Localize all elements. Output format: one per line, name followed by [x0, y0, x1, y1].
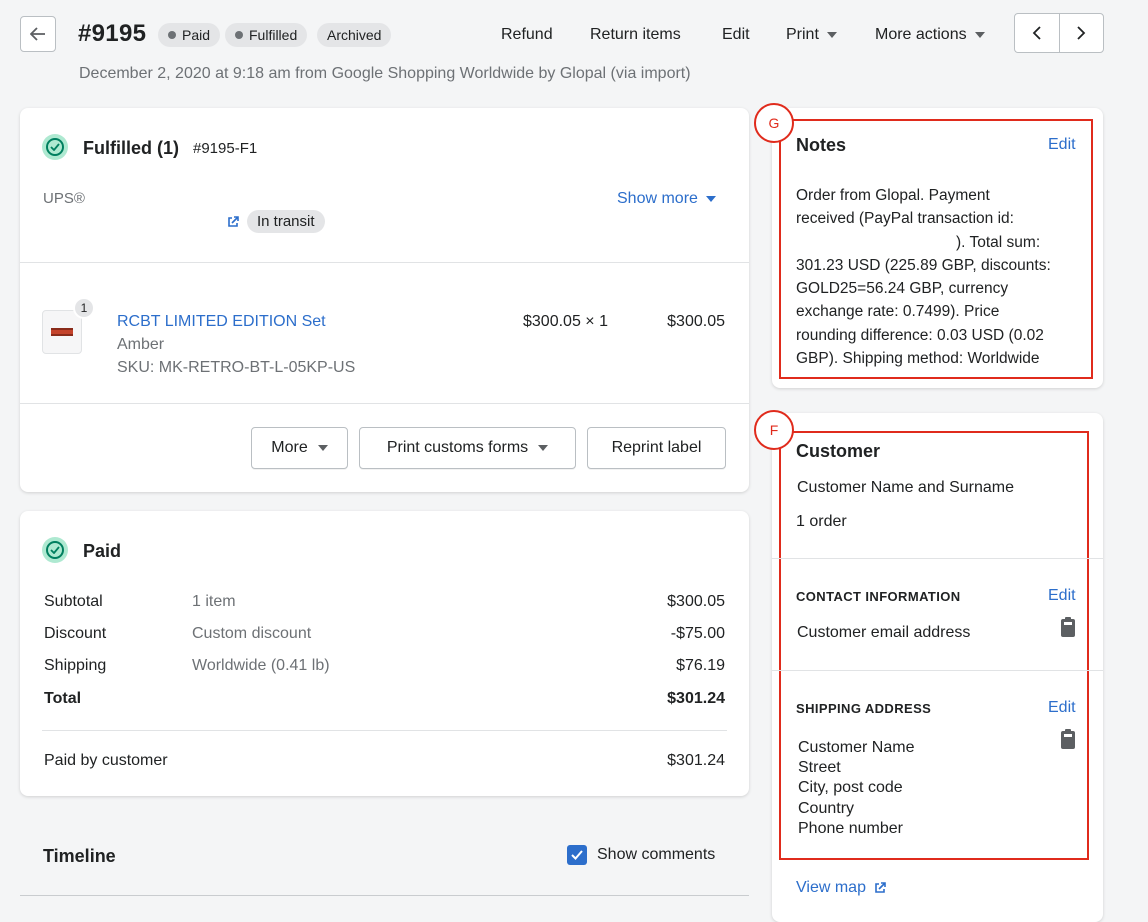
fulfilled-status-icon — [42, 134, 68, 160]
caret-down-icon — [538, 445, 549, 451]
notes-title: Notes — [796, 135, 847, 155]
more-dropdown-button[interactable]: More — [251, 427, 348, 469]
tracking-row: In transit — [227, 210, 325, 233]
caret-down-icon — [826, 32, 837, 38]
chevron-right-icon — [1077, 26, 1086, 40]
line-total: $300.05 — [667, 313, 725, 330]
total-label: Total — [44, 690, 82, 707]
dot-icon — [168, 31, 176, 39]
show-comments-toggle[interactable]: Show comments — [567, 845, 715, 865]
show-comments-label: Show comments — [597, 846, 716, 863]
status-badge-paid: Paid — [158, 23, 221, 47]
total-value: $301.24 — [667, 690, 725, 707]
shipping-edit-link[interactable]: Edit — [1048, 699, 1076, 717]
status-badge-fulfilled: Fulfilled — [225, 23, 308, 47]
unit-price: $300.05 × 1 — [523, 313, 608, 330]
product-variant: Amber — [117, 336, 165, 353]
clipboard-icon[interactable] — [1061, 729, 1075, 749]
discount-value: -$75.00 — [670, 625, 725, 642]
edit-button[interactable]: Edit — [722, 26, 750, 44]
checkbox-checked-icon[interactable] — [567, 845, 587, 865]
transit-status-pill: In transit — [247, 210, 325, 233]
subtotal-desc: 1 item — [192, 593, 236, 610]
subtotal-label: Subtotal — [44, 593, 103, 610]
subtotal-value: $300.05 — [667, 593, 725, 610]
notes-body: Order from Glopal. Payment received (Pay… — [796, 187, 1051, 368]
next-order-button[interactable] — [1060, 14, 1104, 52]
customer-title: Customer — [796, 441, 881, 461]
divider — [20, 262, 749, 263]
contact-edit-link[interactable]: Edit — [1048, 587, 1076, 605]
refund-button[interactable]: Refund — [501, 26, 553, 44]
dot-icon — [235, 31, 243, 39]
shipping-desc: Worldwide (0.41 lb) — [192, 657, 330, 674]
shipping-label: Shipping — [44, 657, 107, 674]
notes-edit-link[interactable]: Edit — [1048, 136, 1076, 154]
view-map-link[interactable]: View map — [796, 879, 886, 897]
contact-info-heading: CONTACT INFORMATION — [796, 589, 961, 604]
annotation-marker-f: F — [754, 410, 794, 450]
status-badge-archived: Archived — [317, 23, 392, 47]
divider — [42, 730, 727, 731]
print-customs-forms-button[interactable]: Print customs forms — [359, 427, 576, 469]
discount-desc: Custom discount — [192, 625, 312, 642]
external-link-icon[interactable] — [227, 215, 239, 228]
paid-title: Paid — [83, 541, 122, 561]
arrow-left-icon — [30, 27, 45, 41]
timeline-title: Timeline — [43, 846, 116, 866]
show-more-link[interactable]: Show more — [617, 190, 716, 208]
customer-email[interactable]: Customer email address — [797, 624, 970, 642]
product-name-link[interactable]: RCBT LIMITED EDITION Set — [117, 313, 326, 331]
print-dropdown[interactable]: Print — [786, 26, 837, 44]
customer-orders-count: 1 order — [796, 513, 847, 530]
product-sku: SKU: MK-RETRO-BT-L-05KP-US — [117, 359, 356, 376]
return-items-button[interactable]: Return items — [590, 26, 681, 44]
paid-card: Paid Subtotal 1 item $300.05 Discount Cu… — [20, 511, 749, 796]
paid-by-value: $301.24 — [667, 752, 725, 769]
divider — [20, 895, 749, 896]
paid-status-icon — [42, 537, 68, 563]
divider — [772, 670, 1103, 671]
paid-by-label: Paid by customer — [44, 752, 168, 769]
order-subline: December 2, 2020 at 9:18 am from Google … — [79, 65, 691, 82]
divider — [20, 403, 749, 404]
fulfillment-id: #9195-F1 — [193, 140, 258, 157]
product-thumbnail — [42, 310, 82, 354]
shipping-address-heading: SHIPPING ADDRESS — [796, 701, 932, 716]
order-pager — [1014, 13, 1104, 53]
caret-down-icon — [317, 445, 328, 451]
back-button[interactable] — [20, 16, 56, 52]
discount-label: Discount — [44, 625, 107, 642]
shipping-address: Customer Name Street City, post code Cou… — [798, 739, 915, 837]
more-actions-dropdown[interactable]: More actions — [875, 26, 985, 44]
order-number: #9195 — [78, 20, 147, 47]
fulfilled-title: Fulfilled (1) — [83, 138, 179, 158]
previous-order-button[interactable] — [1015, 14, 1060, 52]
carrier-name: UPS® — [43, 190, 85, 207]
reprint-label-button[interactable]: Reprint label — [587, 427, 726, 469]
annotation-marker-g: G — [754, 103, 794, 143]
quantity-badge: 1 — [73, 297, 95, 319]
fulfilled-card: Fulfilled (1) #9195-F1 UPS® Show more In… — [20, 108, 749, 492]
clipboard-icon[interactable] — [1061, 617, 1075, 637]
shipping-value: $76.19 — [676, 657, 725, 674]
check-icon — [46, 541, 64, 559]
customer-name[interactable]: Customer Name and Surname — [797, 479, 1014, 497]
product-image — [51, 328, 73, 336]
chevron-left-icon — [1032, 26, 1041, 40]
check-icon — [46, 138, 64, 156]
divider — [772, 558, 1103, 559]
external-link-icon — [875, 882, 886, 893]
caret-down-icon — [705, 196, 716, 202]
caret-down-icon — [974, 32, 985, 38]
